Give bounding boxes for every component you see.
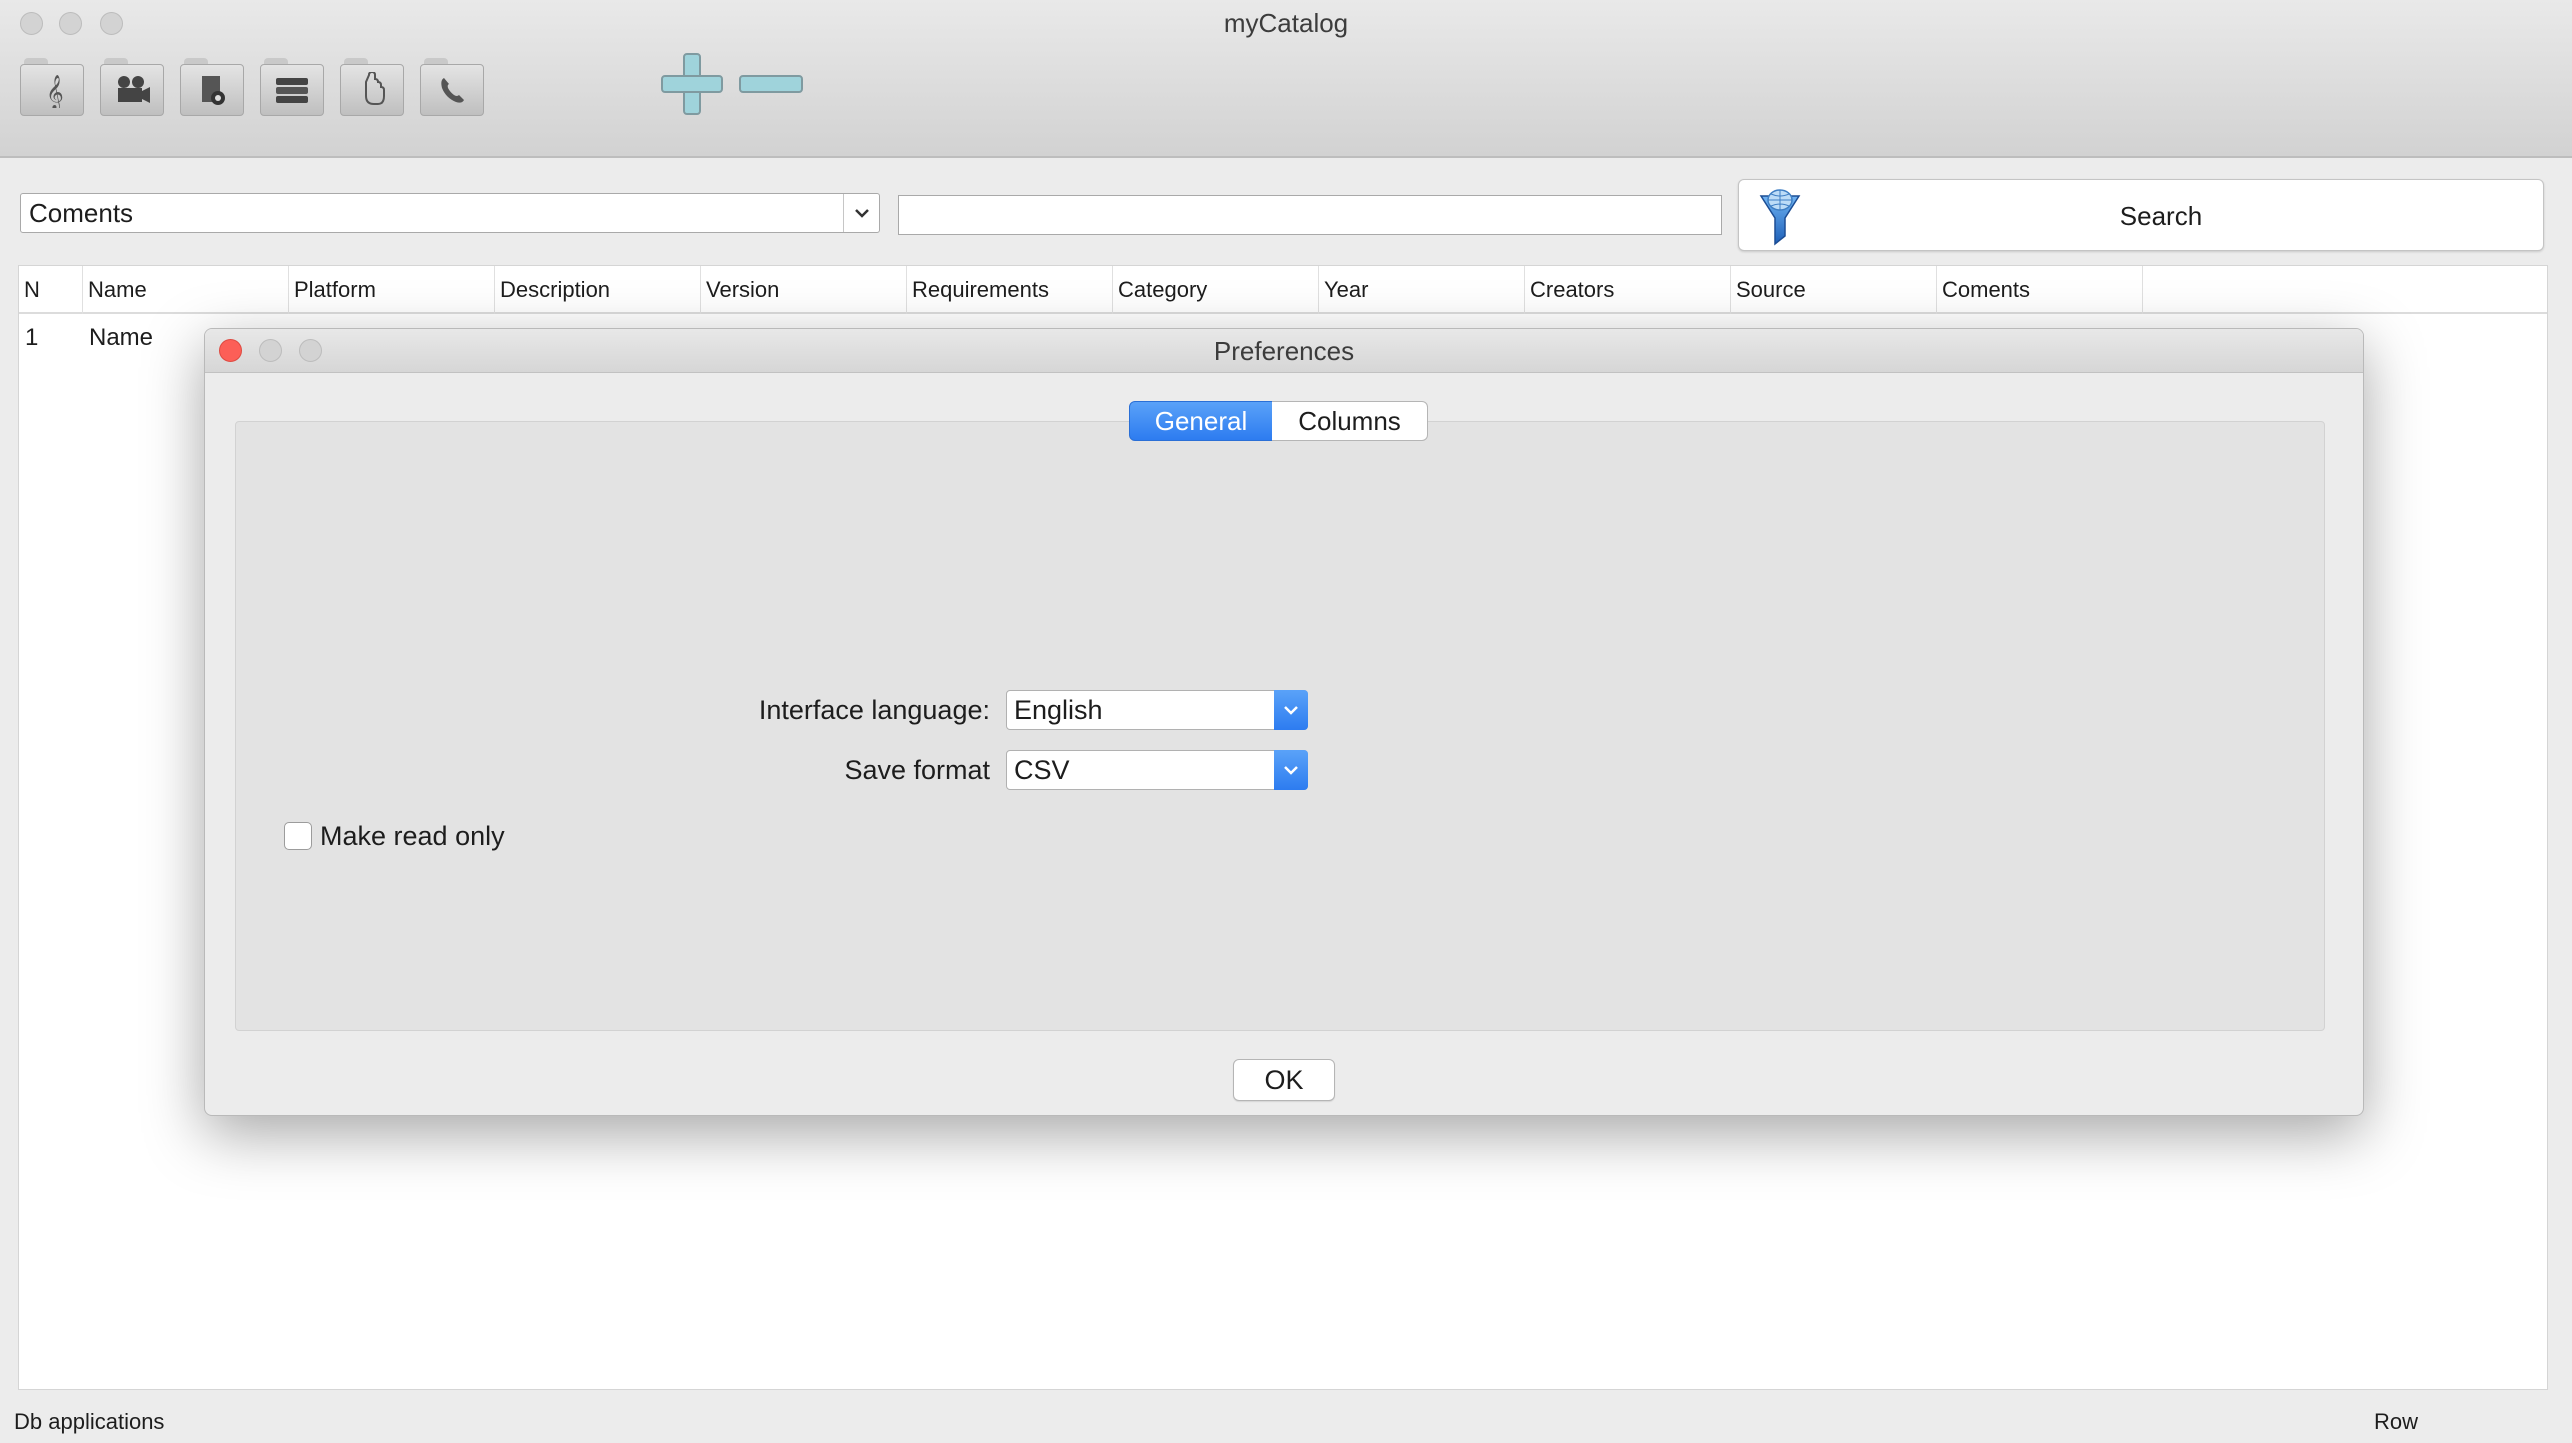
column-header[interactable]: Requirements xyxy=(907,266,1113,314)
minus-icon xyxy=(739,75,803,93)
table-cell-n[interactable]: 1 xyxy=(19,318,83,358)
status-left: Db applications xyxy=(14,1409,165,1434)
column-header[interactable]: Version xyxy=(701,266,907,314)
table-header: N Name Platform Description Version Requ… xyxy=(19,266,2547,314)
chevron-down-icon[interactable] xyxy=(843,194,879,232)
tab-general[interactable]: General xyxy=(1129,401,1273,441)
video-folder-icon xyxy=(118,76,150,103)
column-header[interactable]: Creators xyxy=(1525,266,1731,314)
dialog-close-button[interactable] xyxy=(219,339,242,362)
status-right: Row xyxy=(2374,1409,2419,1434)
column-header[interactable]: Category xyxy=(1113,266,1319,314)
column-header[interactable]: Description xyxy=(495,266,701,314)
column-header[interactable]: Coments xyxy=(1937,266,2143,314)
add-record-button[interactable] xyxy=(660,52,724,116)
search-button-label: Search xyxy=(2119,201,2203,231)
phone-folder-button[interactable] xyxy=(420,58,484,116)
chevron-down-icon xyxy=(1274,690,1308,730)
music-folder-icon: 𝄞 xyxy=(46,75,64,108)
remove-record-button[interactable] xyxy=(738,52,804,116)
plus-icon xyxy=(661,53,723,115)
phone-folder-icon xyxy=(441,78,464,103)
books-folder-button[interactable] xyxy=(260,58,324,116)
column-header[interactable]: Platform xyxy=(289,266,495,314)
column-header[interactable]: Year xyxy=(1319,266,1525,314)
search-field-value: Coments xyxy=(29,198,134,228)
search-field-select[interactable]: Coments xyxy=(20,193,880,233)
dialog-titlebar: Preferences xyxy=(205,329,2363,373)
language-select[interactable]: English xyxy=(1006,690,1308,730)
books-folder-icon xyxy=(276,78,308,103)
read-only-checkbox[interactable] xyxy=(284,822,312,850)
tab-columns[interactable]: Columns xyxy=(1272,401,1428,441)
svg-text:𝄞: 𝄞 xyxy=(46,75,64,108)
window-title: myCatalog xyxy=(1223,8,1349,38)
title-toolbar: myCatalog 𝄞 xyxy=(0,0,2572,158)
music-folder-button[interactable]: 𝄞 xyxy=(20,58,84,116)
save-format-value: CSV xyxy=(1014,755,1070,785)
column-header[interactable]: N xyxy=(19,266,83,314)
chevron-down-icon xyxy=(1274,750,1308,790)
search-input[interactable] xyxy=(898,195,1722,235)
save-format-label: Save format xyxy=(844,755,990,785)
search-button[interactable]: Search xyxy=(1738,179,2544,251)
column-header[interactable]: Source xyxy=(1731,266,1937,314)
tab-panel: Make read only Interface language: Engli… xyxy=(235,421,2325,1031)
language-value: English xyxy=(1014,695,1103,725)
preferences-dialog: Preferences Make read only Interface lan… xyxy=(204,328,2364,1116)
save-format-select[interactable]: CSV xyxy=(1006,750,1308,790)
dialog-title: Preferences xyxy=(1213,336,1355,366)
read-only-label[interactable]: Make read only xyxy=(320,818,505,854)
document-folder-button[interactable] xyxy=(180,58,244,116)
hand-folder-icon xyxy=(365,72,385,105)
dialog-minimize-button[interactable] xyxy=(259,339,282,362)
status-bar: Db applications Row xyxy=(0,1400,2572,1443)
hand-folder-button[interactable] xyxy=(340,58,404,116)
document-folder-icon xyxy=(202,76,225,105)
column-header[interactable]: Name xyxy=(83,266,289,314)
dialog-zoom-button[interactable] xyxy=(299,339,322,362)
table-cell-name[interactable]: Name xyxy=(83,318,223,358)
ok-button[interactable]: OK xyxy=(1233,1059,1335,1101)
language-label: Interface language: xyxy=(758,695,990,725)
video-folder-button[interactable] xyxy=(100,58,164,116)
